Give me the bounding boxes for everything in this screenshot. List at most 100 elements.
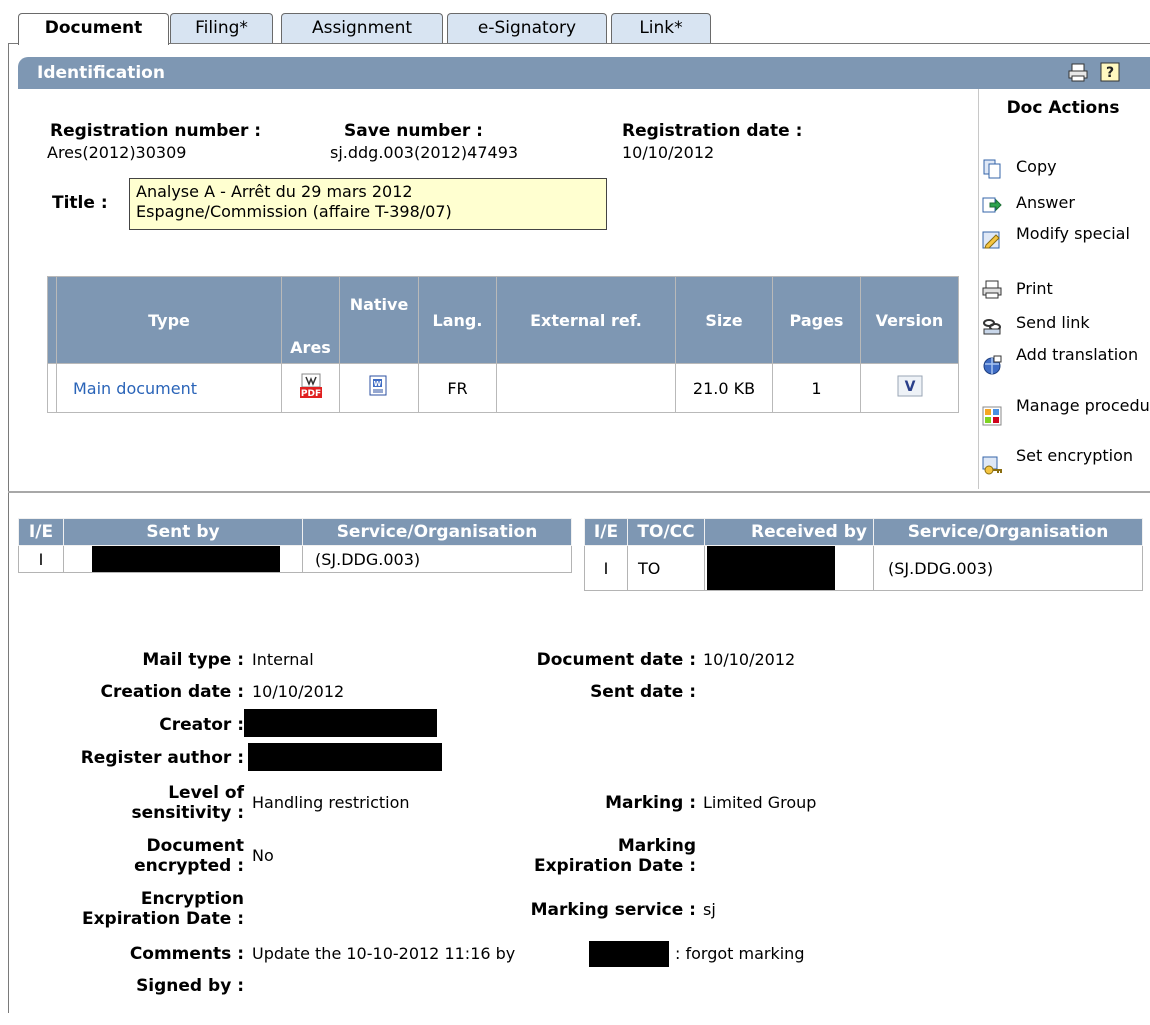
comments-value-suffix: : forgot marking (675, 944, 805, 963)
sent-service-cell: (SJ.DDG.003) (302, 545, 572, 573)
pages-cell: 1 (772, 363, 861, 413)
external-ref-cell (496, 363, 676, 413)
tab-e-signatory[interactable]: e-Signatory (447, 13, 607, 43)
svg-text:V: V (904, 379, 915, 395)
registration-date: 10/10/2012 (622, 143, 715, 162)
registration-number: Ares(2012)30309 (47, 143, 187, 162)
add-translation-label: Add translation (1016, 345, 1139, 364)
main-document-link[interactable]: Main document (56, 363, 282, 413)
print-label: Print (1016, 279, 1053, 298)
tab-filing[interactable]: Filing* (170, 13, 273, 43)
lang-cell: FR (418, 363, 497, 413)
mail-type-value: Internal (252, 650, 314, 669)
copy-label: Copy (1016, 157, 1057, 176)
column-header-external-ref: External ref. (496, 276, 676, 364)
sent-date-label: Sent date : (590, 682, 696, 702)
encrypted-label-line-2: encrypted : (134, 856, 244, 876)
column-header-lang: Lang. (418, 276, 497, 364)
column-header-tocc: TO/CC (627, 518, 705, 546)
doc-actions-separator (978, 89, 979, 489)
send-link-icon (983, 319, 1001, 335)
marking-expiration-label-line-1: Marking (617, 836, 696, 856)
pdf-icon[interactable]: PDF (299, 373, 323, 399)
answer-icon (982, 197, 1002, 213)
document-table: Type Ares Native Lang. External ref. Siz… (47, 276, 959, 413)
row-spacer (47, 363, 57, 413)
manage-procedure-icon (982, 406, 1002, 426)
table-row: I TO (SJ.DDG.003) (584, 545, 1143, 591)
save-number: sj.ddg.003(2012)47493 (330, 143, 519, 162)
add-translation-icon (983, 355, 1002, 375)
tab-link[interactable]: Link* (611, 13, 711, 43)
manage-procedure-label: Manage procedure (1016, 396, 1150, 415)
marking-label: Marking : (605, 793, 696, 813)
encryption-expiration-label-line-1: Encryption (140, 889, 244, 909)
encrypted-label: Document encrypted : (20, 836, 244, 876)
redacted-creator (244, 709, 437, 737)
encryption-expiration-label: Encryption Expiration Date : (20, 889, 244, 929)
tab-baseline (8, 43, 1150, 44)
identification-title: Identification (37, 63, 165, 83)
version-cell: V (860, 363, 959, 413)
section-separator (8, 491, 1150, 493)
version-icon[interactable]: V (897, 375, 923, 397)
column-header-native: Native (339, 276, 419, 364)
title-field: Analyse A - Arrêt du 29 mars 2012 Espagn… (129, 178, 607, 230)
encrypted-value: No (252, 846, 274, 865)
identification-header: Identification ? (18, 57, 1150, 89)
comments-label: Comments : (129, 944, 244, 964)
tab-assignment[interactable]: Assignment (281, 13, 443, 43)
sent-ie-cell: I (18, 545, 64, 573)
registration-number-label: Registration number : (50, 121, 262, 141)
table-header-spacer (47, 276, 57, 364)
creation-date-label: Creation date : (100, 682, 244, 702)
tocc-cell: TO (627, 545, 705, 591)
set-encryption-icon (982, 456, 1002, 475)
column-header-type: Type (56, 276, 282, 364)
column-header-sent-ie: I/E (18, 518, 64, 546)
marking-service-value: sj (703, 900, 716, 919)
redacted-sender (92, 546, 280, 572)
redacted-recipient (707, 546, 835, 590)
doc-actions-title: Doc Actions (1006, 98, 1120, 118)
answer-label: Answer (1016, 193, 1075, 212)
save-number-label: Save number : (344, 121, 483, 141)
column-header-version: Version (860, 276, 959, 364)
svg-text:W: W (374, 380, 382, 388)
document-date-value: 10/10/2012 (703, 650, 796, 669)
sent-by-table: I/E Sent by Service/Organisation I (SJ.D… (18, 518, 572, 573)
column-header-received-service: Service/Organisation (873, 518, 1143, 546)
print-icon (982, 280, 1002, 299)
column-header-size: Size (675, 276, 773, 364)
received-ie-cell: I (584, 545, 628, 591)
help-icon[interactable]: ? (1100, 62, 1120, 82)
comments-value-prefix: Update the 10-10-2012 11:16 by (252, 944, 516, 963)
document-date-label: Document date : (536, 650, 696, 670)
tab-document[interactable]: Document (18, 13, 169, 45)
received-by-table: I/E TO/CC Received by Service/Organisati… (584, 518, 1143, 591)
title-line-1: Analyse A - Arrêt du 29 mars 2012 (136, 182, 413, 201)
print-icon[interactable] (1068, 62, 1088, 82)
modify-special-icon (982, 231, 1000, 249)
creation-date-value: 10/10/2012 (252, 682, 345, 701)
marking-expiration-label-line-2: Expiration Date : (533, 856, 696, 876)
redacted-register-author (248, 743, 442, 771)
native-cell: W (339, 363, 419, 413)
received-by-cell (704, 545, 874, 591)
modify-special-label: Modify special (1016, 224, 1130, 243)
register-author-label: Register author : (80, 748, 244, 768)
marking-expiration-label: Marking Expiration Date : (420, 836, 696, 876)
redacted-comment-author (589, 941, 669, 967)
copy-icon (983, 159, 1001, 179)
sensitivity-label-line-2: sensitivity : (131, 803, 244, 823)
table-row: Main document PDF W FR 21.0 KB 1 V (47, 363, 959, 413)
set-encryption-label: Set encryption (1016, 446, 1133, 465)
column-header-ares: Ares (281, 276, 340, 364)
mail-type-label: Mail type : (142, 650, 244, 670)
word-document-icon[interactable]: W (368, 374, 390, 398)
column-header-received-ie: I/E (584, 518, 628, 546)
svg-text:PDF: PDF (300, 389, 320, 399)
panel-left-border (8, 43, 9, 1013)
column-header-received-by: Received by (704, 518, 874, 546)
sensitivity-value: Handling restriction (252, 793, 410, 812)
